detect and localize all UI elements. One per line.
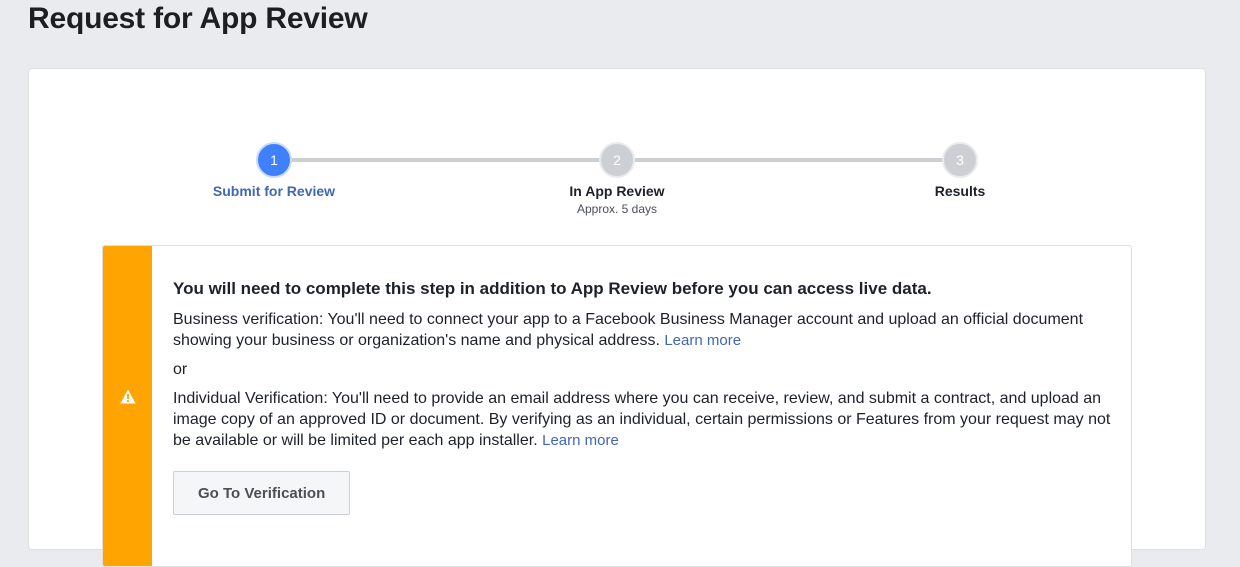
review-card: 1 2 3 Submit for Review In App Review Ap… <box>28 68 1206 567</box>
business-learn-more-link[interactable]: Learn more <box>664 332 741 349</box>
stepper-track-1 <box>291 158 601 162</box>
step-2-circle: 2 <box>599 142 635 178</box>
or-separator: or <box>173 361 188 378</box>
stepper-track-2 <box>634 158 944 162</box>
notice-warning-bar <box>103 246 152 566</box>
warning-icon <box>120 389 136 404</box>
individual-learn-more-link[interactable]: Learn more <box>542 432 619 449</box>
go-to-verification-button[interactable]: Go To Verification <box>173 471 351 515</box>
individual-verification-description: Individual Verification: You'll need to … <box>173 390 1111 449</box>
progress-stepper: 1 2 3 Submit for Review In App Review Ap… <box>29 69 1205 229</box>
business-verification-text: Business verification: You'll need to co… <box>173 309 1118 351</box>
notice-heading: You will need to complete this step in a… <box>173 279 932 298</box>
step-3-circle: 3 <box>942 142 978 178</box>
step-3-label: Results <box>934 183 986 199</box>
business-verification-description: Business verification: You'll need to co… <box>173 311 1084 349</box>
step-1-circle: 1 <box>256 142 292 178</box>
step-2-label: In App Review <box>569 183 665 199</box>
step-2-sublabel: Approx. 5 days <box>576 202 658 216</box>
notice-body: You will need to complete this step in a… <box>173 278 1118 515</box>
step-1-label: Submit for Review <box>212 183 336 199</box>
individual-verification-text: Individual Verification: You'll need to … <box>173 388 1118 451</box>
verification-notice: You will need to complete this step in a… <box>102 245 1132 567</box>
page-title: Request for App Review <box>28 2 368 35</box>
